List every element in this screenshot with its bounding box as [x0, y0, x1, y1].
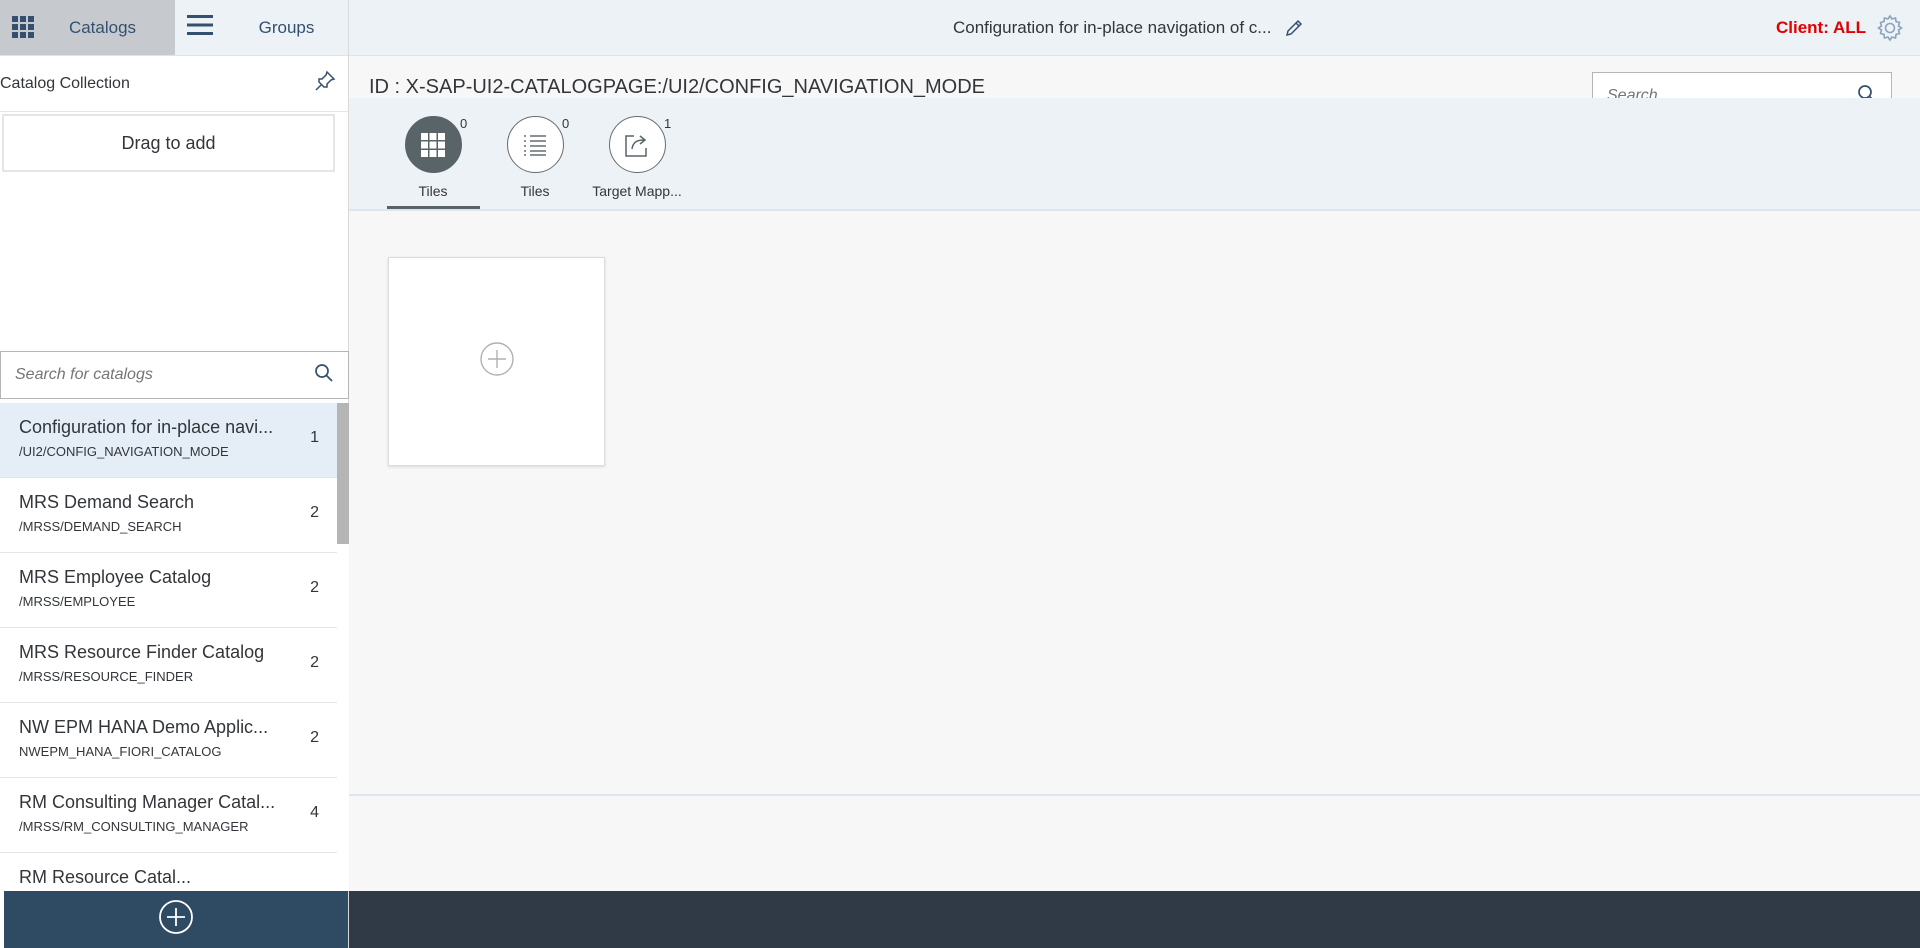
- tab-label: Tiles: [418, 183, 448, 199]
- tab-tiles[interactable]: 0 Tiles: [388, 116, 478, 199]
- active-tab-indicator: [387, 206, 480, 209]
- tab-label: Target Mapp...: [592, 183, 682, 199]
- tiles-content-area: [349, 211, 1920, 796]
- tab-count: 0: [460, 116, 468, 131]
- drag-to-add-zone[interactable]: Drag to add: [2, 114, 335, 172]
- plus-circle-icon: [479, 341, 515, 382]
- catalog-id: NWEPM_HANA_FIORI_CATALOG: [19, 744, 222, 759]
- catalog-id: /UI2/CONFIG_NAVIGATION_MODE: [19, 444, 229, 459]
- edit-pencil-icon[interactable]: [1284, 18, 1304, 43]
- add-tile-button[interactable]: [388, 257, 605, 466]
- search-icon[interactable]: [314, 363, 334, 388]
- catalogs-nav-button[interactable]: Catalogs: [0, 0, 175, 55]
- catalog-count: 2: [310, 729, 319, 746]
- add-catalog-button[interactable]: [158, 899, 194, 940]
- detail-header: Configuration for in-place navigation of…: [349, 0, 1920, 56]
- catalog-count: 1: [310, 429, 319, 446]
- catalog-name: RM Consulting Manager Catal...: [19, 792, 276, 812]
- tab-tiles-list[interactable]: 0 Tiles: [490, 116, 580, 199]
- tab-count: 0: [562, 116, 570, 131]
- page-title: Configuration for in-place navigation of…: [953, 18, 1272, 37]
- client-label: Client: ALL: [1776, 18, 1867, 37]
- catalog-list-item[interactable]: MRS Resource Finder Catalog /MRSS/RESOUR…: [0, 628, 337, 703]
- catalog-count: 4: [310, 804, 319, 821]
- catalog-count: 2: [310, 504, 319, 521]
- top-navigation: Catalogs Groups: [0, 0, 348, 56]
- catalog-name: MRS Demand Search: [19, 492, 195, 512]
- catalog-list-item[interactable]: Configuration for in-place navi... /UI2/…: [0, 403, 337, 478]
- groups-nav-button[interactable]: Groups: [225, 0, 348, 55]
- catalog-list-item[interactable]: RM Resource Catal...: [0, 853, 337, 891]
- grid-icon: [404, 116, 462, 173]
- hamburger-menu-button[interactable]: [175, 0, 225, 55]
- catalog-name: MRS Resource Finder Catalog: [19, 642, 265, 662]
- catalog-count: 2: [310, 654, 319, 671]
- catalog-id: /MRSS/DEMAND_SEARCH: [19, 519, 182, 534]
- catalog-id: /MRSS/EMPLOYEE: [19, 594, 136, 609]
- icon-tab-bar: 0 Tiles 0 Tiles 1 Target Mapp...: [349, 98, 1920, 211]
- catalog-id: /MRSS/RM_CONSULTING_MANAGER: [19, 819, 249, 834]
- catalog-name: RM Resource Catal...: [19, 867, 192, 887]
- catalog-count: 2: [310, 579, 319, 596]
- lower-empty-area: [349, 797, 1920, 891]
- pin-icon[interactable]: [314, 70, 336, 97]
- catalog-name: Configuration for in-place navi...: [19, 417, 274, 437]
- hamburger-icon: [187, 15, 213, 40]
- detail-footer: [349, 891, 1920, 948]
- tab-target-mappings[interactable]: 1 Target Mapp...: [592, 116, 682, 199]
- catalog-sidebar: Catalogs Groups Catalog Collection Drag …: [0, 0, 349, 948]
- catalog-list-item[interactable]: RM Consulting Manager Catal... /MRSS/RM_…: [0, 778, 337, 853]
- catalog-list: Configuration for in-place navi... /UI2/…: [0, 403, 337, 891]
- list-icon: [506, 116, 564, 173]
- catalog-list-item[interactable]: MRS Demand Search /MRSS/DEMAND_SEARCH 2: [0, 478, 337, 553]
- sidebar-footer: [4, 891, 348, 948]
- catalog-id-line: ID : X-SAP-UI2-CATALOGPAGE:/UI2/CONFIG_N…: [369, 76, 986, 98]
- catalog-name: MRS Employee Catalog: [19, 567, 212, 587]
- catalog-search-input[interactable]: [15, 366, 314, 384]
- catalog-detail: Configuration for in-place navigation of…: [349, 0, 1920, 948]
- catalog-id: /MRSS/RESOURCE_FINDER: [19, 669, 194, 684]
- catalog-list-scrollbar[interactable]: [337, 403, 349, 891]
- gear-icon[interactable]: [1876, 14, 1904, 47]
- catalog-collection-header: Catalog Collection: [0, 56, 348, 112]
- scrollbar-thumb[interactable]: [337, 403, 349, 544]
- share-icon: [608, 116, 666, 173]
- catalog-collection-title: Catalog Collection: [0, 74, 130, 92]
- catalog-search-field[interactable]: [0, 351, 349, 399]
- catalog-name: NW EPM HANA Demo Applic...: [19, 717, 269, 737]
- catalog-list-item[interactable]: NW EPM HANA Demo Applic... NWEPM_HANA_FI…: [0, 703, 337, 778]
- catalog-list-item[interactable]: MRS Employee Catalog /MRSS/EMPLOYEE 2: [0, 553, 337, 628]
- tab-count: 1: [664, 116, 672, 131]
- tab-label: Tiles: [520, 183, 550, 199]
